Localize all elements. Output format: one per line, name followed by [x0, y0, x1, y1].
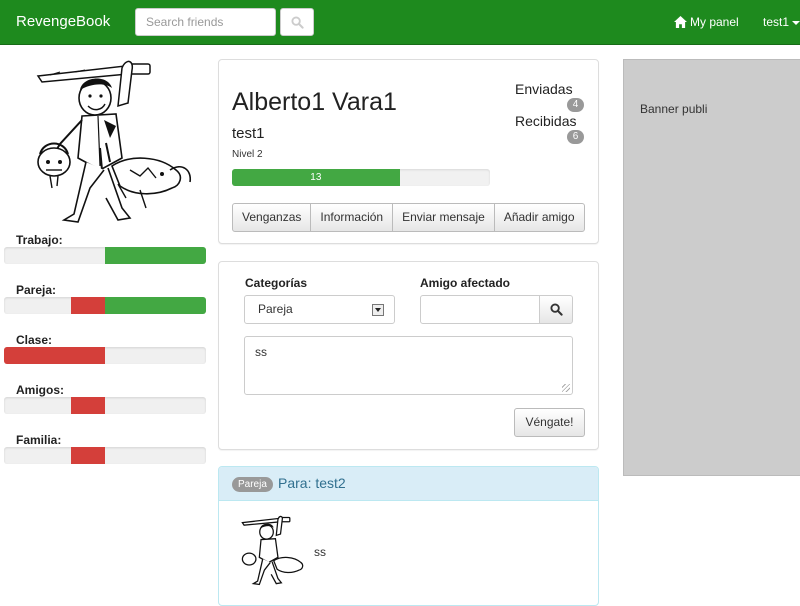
post-recipient[interactable]: Para: test2 — [278, 475, 346, 491]
sent-count-badge: 4 — [567, 98, 584, 112]
search-icon — [290, 15, 304, 29]
category-label: Categorías — [245, 276, 308, 290]
profile-name: Alberto1 Vara1 — [232, 88, 397, 116]
stat-bar-pareja — [4, 297, 206, 314]
received-label: Recibidas — [515, 113, 577, 129]
dropdown-arrow-icon — [372, 304, 384, 316]
message-textarea[interactable]: ss — [244, 336, 573, 395]
stat-bar-negative — [4, 347, 105, 364]
post-heading: Pareja Para: test2 — [219, 467, 598, 501]
stat-label-pareja: Pareja: — [16, 283, 57, 297]
search-icon — [549, 303, 563, 316]
stat-bar-negative — [70, 397, 105, 414]
stat-bar-trabajo — [4, 247, 206, 264]
level-progress-bar: 13 — [232, 169, 490, 186]
friend-search-button[interactable] — [539, 295, 573, 324]
ad-banner[interactable]: Banner publi — [623, 59, 800, 476]
stat-label-familia: Familia: — [16, 433, 62, 447]
affected-friend-input[interactable] — [420, 295, 540, 324]
my-panel-label: My panel — [690, 15, 739, 29]
revenge-post: Pareja Para: test2 ss — [218, 466, 599, 606]
stat-bar-clase — [4, 347, 206, 364]
add-friend-button[interactable]: Añadir amigo — [493, 203, 585, 232]
stat-label-amigos: Amigos: — [16, 383, 64, 397]
chevron-down-icon — [792, 20, 800, 25]
user-name: test1 — [763, 15, 790, 29]
send-message-button[interactable]: Enviar mensaje — [392, 203, 495, 232]
brand-logo[interactable]: RevengeBook — [16, 13, 110, 30]
message-text: ss — [255, 345, 267, 359]
stat-bar-negative — [70, 297, 105, 314]
top-navbar: RevengeBook My panel test1 — [0, 0, 800, 45]
category-select[interactable]: Pareja — [244, 295, 395, 324]
venganzas-button[interactable]: Venganzas — [232, 203, 312, 232]
post-text: ss — [314, 545, 326, 559]
category-select-value: Pareja — [258, 302, 293, 316]
level-progress-fill: 13 — [232, 169, 400, 186]
submit-revenge-button[interactable]: Véngate! — [514, 408, 585, 437]
stat-label-clase: Clase: — [16, 333, 53, 347]
profile-username: test1 — [232, 125, 265, 142]
post-category-badge: Pareja — [232, 477, 273, 492]
post-avatar — [239, 513, 311, 589]
received-count-badge: 6 — [567, 130, 584, 144]
search-friends-input[interactable] — [135, 8, 276, 36]
stat-bar-positive — [105, 297, 206, 314]
informacion-button[interactable]: Información — [310, 203, 394, 232]
stat-bar-amigos — [4, 397, 206, 414]
my-panel-link[interactable]: My panel — [674, 15, 739, 29]
home-icon — [674, 16, 687, 28]
stat-bar-negative — [70, 447, 105, 464]
search-button[interactable] — [280, 8, 314, 36]
banner-text: Banner publi — [640, 102, 708, 116]
profile-level: Nivel 2 — [232, 149, 263, 160]
profile-actions: Venganzas Información Enviar mensaje Aña… — [232, 203, 585, 232]
resize-handle-icon[interactable] — [562, 384, 570, 392]
stat-bar-familia — [4, 447, 206, 464]
user-dropdown[interactable]: test1 — [763, 15, 800, 29]
stat-label-trabajo: Trabajo: — [16, 233, 63, 247]
profile-avatar — [30, 58, 200, 228]
affected-friend-label: Amigo afectado — [420, 276, 511, 290]
stat-bar-positive — [105, 247, 206, 264]
sent-label: Enviadas — [515, 81, 573, 97]
